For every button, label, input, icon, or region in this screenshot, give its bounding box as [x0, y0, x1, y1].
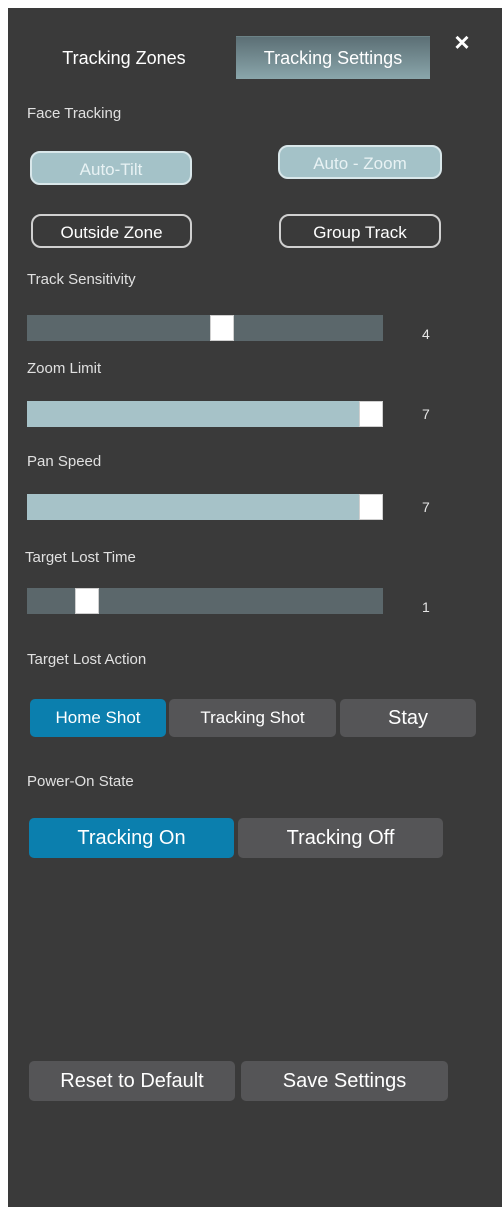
- track-sensitivity-label: Track Sensitivity: [27, 271, 136, 288]
- pan-speed-thumb[interactable]: [359, 494, 383, 520]
- group-track-button[interactable]: Group Track: [279, 214, 441, 248]
- face-tracking-label: Face Tracking: [27, 105, 122, 122]
- track-sensitivity-value: 4: [422, 326, 430, 342]
- zoom-limit-thumb[interactable]: [359, 401, 383, 427]
- close-icon[interactable]: ×: [448, 28, 476, 56]
- zoom-limit-value: 7: [422, 406, 430, 422]
- tracking-off-button[interactable]: Tracking Off: [238, 818, 443, 858]
- save-settings-button[interactable]: Save Settings: [241, 1061, 448, 1101]
- target-lost-action-label: Target Lost Action: [27, 651, 147, 668]
- tab-tracking-settings[interactable]: Tracking Settings: [236, 37, 430, 79]
- target-lost-time-value: 1: [422, 599, 430, 615]
- pan-speed-value: 7: [422, 499, 430, 515]
- outside-zone-button[interactable]: Outside Zone: [31, 214, 192, 248]
- tracking-on-button[interactable]: Tracking On: [29, 818, 234, 858]
- power-on-state-label: Power-On State: [27, 773, 134, 790]
- zoom-limit-label: Zoom Limit: [27, 360, 102, 377]
- track-sensitivity-thumb[interactable]: [210, 315, 234, 341]
- tracking-settings-panel: Tracking Zones Tracking Settings × Face …: [8, 8, 502, 1207]
- zoom-limit-slider[interactable]: [27, 401, 383, 427]
- pan-speed-slider[interactable]: [27, 494, 383, 520]
- pan-speed-fill: [27, 494, 383, 520]
- zoom-limit-fill: [27, 401, 383, 427]
- auto-zoom-button[interactable]: Auto - Zoom: [278, 145, 442, 179]
- tracking-shot-button[interactable]: Tracking Shot: [169, 699, 336, 737]
- tab-tracking-zones[interactable]: Tracking Zones: [40, 37, 208, 79]
- target-lost-time-label: Target Lost Time: [25, 549, 136, 566]
- pan-speed-label: Pan Speed: [27, 453, 102, 470]
- stay-button[interactable]: Stay: [340, 699, 476, 737]
- reset-to-default-button[interactable]: Reset to Default: [29, 1061, 235, 1101]
- track-sensitivity-slider[interactable]: [27, 315, 383, 341]
- target-lost-time-slider[interactable]: [27, 588, 383, 614]
- home-shot-button[interactable]: Home Shot: [30, 699, 166, 737]
- target-lost-time-thumb[interactable]: [75, 588, 99, 614]
- auto-tilt-button[interactable]: Auto-Tilt: [30, 151, 192, 185]
